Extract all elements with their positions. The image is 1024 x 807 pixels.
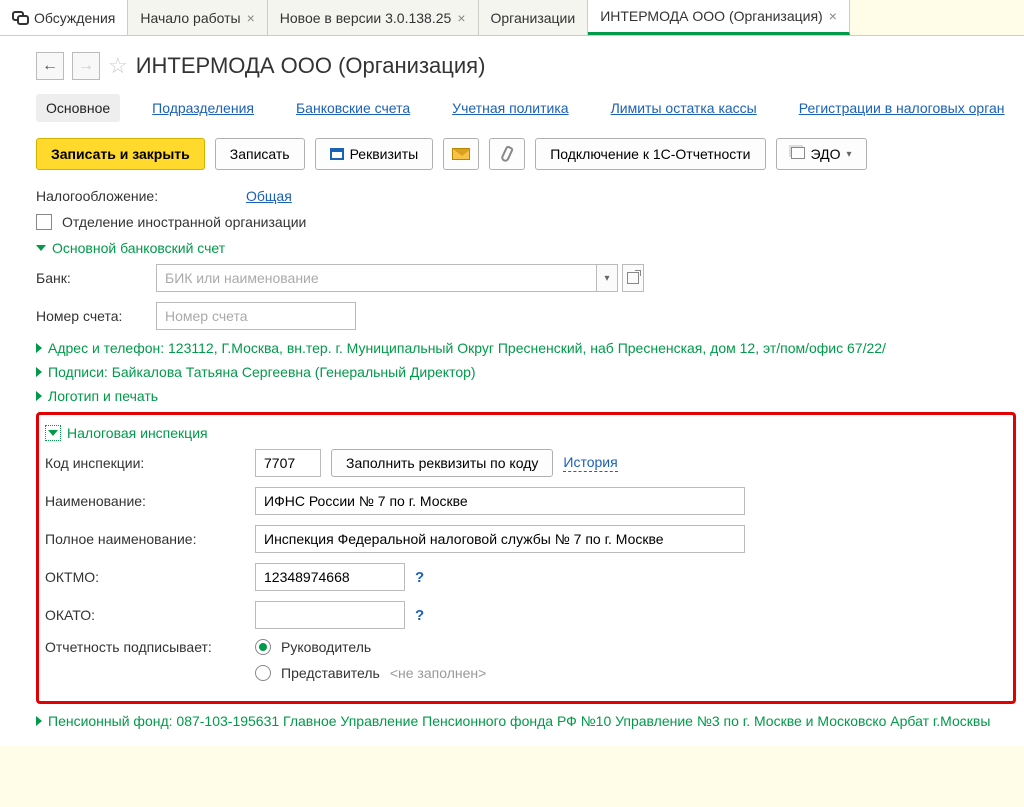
- inspection-name-input[interactable]: [255, 487, 745, 515]
- history-link[interactable]: История: [563, 454, 617, 472]
- okato-label: ОКАТО:: [45, 607, 245, 623]
- taxation-label: Налогообложение:: [36, 188, 236, 204]
- save-button[interactable]: Записать: [215, 138, 305, 170]
- foreign-branch-label: Отделение иностранной организации: [62, 214, 306, 230]
- chevron-right-icon: [36, 716, 42, 726]
- chevron-down-icon: [48, 430, 58, 436]
- chevron-right-icon: [36, 391, 42, 401]
- favorite-star-icon[interactable]: ☆: [108, 53, 128, 79]
- section-title: Адрес и телефон: 123112, Г.Москва, вн.те…: [48, 340, 886, 356]
- connect-1c-button[interactable]: Подключение к 1С-Отчетности: [535, 138, 765, 170]
- tab-organization-intermoda[interactable]: ИНТЕРМОДА ООО (Организация) ×: [588, 0, 850, 35]
- save-and-close-button[interactable]: Записать и закрыть: [36, 138, 205, 170]
- rep-not-filled: <не заполнен>: [390, 665, 486, 681]
- chevron-right-icon: [36, 343, 42, 353]
- tax-inspection-box: Налоговая инспекция Код инспекции: Запол…: [36, 412, 1016, 704]
- close-icon[interactable]: ×: [457, 10, 465, 26]
- requisites-button[interactable]: Реквизиты: [315, 138, 434, 170]
- tab-organizations[interactable]: Организации: [479, 0, 589, 35]
- section-address[interactable]: Адрес и телефон: 123112, Г.Москва, вн.те…: [36, 340, 1016, 356]
- tab-label: Обсуждения: [34, 10, 115, 26]
- sub-nav: Основное Подразделения Банковские счета …: [36, 94, 1016, 122]
- print-icon: [330, 148, 344, 160]
- button-label: ЭДО: [811, 146, 841, 162]
- bank-input[interactable]: [156, 264, 596, 292]
- discussions-icon: [12, 11, 28, 25]
- mail-button[interactable]: [443, 138, 479, 170]
- nav-forward-button[interactable]: →: [72, 52, 100, 80]
- section-title: Подписи: Байкалова Татьяна Сергеевна (Ге…: [48, 364, 476, 380]
- tab-whats-new[interactable]: Новое в версии 3.0.138.25 ×: [268, 0, 479, 35]
- signer-radio-rep[interactable]: [255, 665, 271, 681]
- attach-button[interactable]: [489, 138, 525, 170]
- tab-discussions[interactable]: Обсуждения: [0, 0, 128, 35]
- tab-label: Организации: [491, 10, 576, 26]
- button-label: Реквизиты: [350, 146, 419, 162]
- section-title: Логотип и печать: [48, 388, 158, 404]
- taxation-value-link[interactable]: Общая: [246, 188, 292, 204]
- section-bank-account[interactable]: Основной банковский счет: [36, 240, 1016, 256]
- chevron-down-icon: [36, 245, 46, 251]
- oktmo-input[interactable]: [255, 563, 405, 591]
- navtab-cash-limits[interactable]: Лимиты остатка кассы: [601, 94, 767, 122]
- toolbar: Записать и закрыть Записать Реквизиты По…: [36, 138, 1016, 170]
- fill-requisites-button[interactable]: Заполнить реквизиты по коду: [331, 449, 553, 477]
- okato-help-icon[interactable]: ?: [415, 607, 424, 624]
- section-title: Основной банковский счет: [52, 240, 225, 256]
- tab-label: Новое в версии 3.0.138.25: [280, 10, 452, 26]
- open-external-icon: [627, 272, 639, 284]
- tab-getting-started[interactable]: Начало работы ×: [128, 0, 267, 35]
- inspection-code-input[interactable]: [255, 449, 321, 477]
- navtab-main[interactable]: Основное: [36, 94, 120, 122]
- inspection-fullname-label: Полное наименование:: [45, 531, 245, 547]
- tab-bar: Обсуждения Начало работы × Новое в верси…: [0, 0, 1024, 36]
- tab-label: Начало работы: [140, 10, 240, 26]
- bank-input-group: ▾: [156, 264, 644, 292]
- inspection-fullname-input[interactable]: [255, 525, 745, 553]
- signer-label: Отчетность подписывает:: [45, 639, 245, 655]
- bank-dropdown-button[interactable]: ▾: [596, 264, 618, 292]
- page-title: ИНТЕРМОДА ООО (Организация): [136, 53, 486, 79]
- navtab-divisions[interactable]: Подразделения: [142, 94, 264, 122]
- okato-input[interactable]: [255, 601, 405, 629]
- signer-option-head: Руководитель: [281, 639, 371, 655]
- signer-radio-head[interactable]: [255, 639, 271, 655]
- section-title: Налоговая инспекция: [67, 425, 208, 441]
- section-pension-fund[interactable]: Пенсионный фонд: 087-103-195631 Главное …: [36, 712, 1016, 730]
- chevron-box: [45, 425, 61, 441]
- content: ← → ☆ ИНТЕРМОДА ООО (Организация) Основн…: [0, 36, 1024, 746]
- bank-open-button[interactable]: [622, 264, 644, 292]
- close-icon[interactable]: ×: [829, 8, 837, 24]
- section-title: Пенсионный фонд: 087-103-195631 Главное …: [48, 712, 990, 730]
- foreign-branch-checkbox[interactable]: [36, 214, 52, 230]
- inspection-code-label: Код инспекции:: [45, 455, 245, 471]
- tab-label: ИНТЕРМОДА ООО (Организация): [600, 8, 823, 24]
- navtab-accounting-policy[interactable]: Учетная политика: [442, 94, 578, 122]
- oktmo-label: ОКТМО:: [45, 569, 245, 585]
- section-logo-stamp[interactable]: Логотип и печать: [36, 388, 1016, 404]
- edo-icon: [791, 147, 805, 161]
- paperclip-icon: [500, 145, 514, 163]
- navtab-bank-accounts[interactable]: Банковские счета: [286, 94, 420, 122]
- inspection-name-label: Наименование:: [45, 493, 245, 509]
- edo-button[interactable]: ЭДО ▾: [776, 138, 867, 170]
- chevron-down-icon: ▾: [846, 149, 851, 160]
- account-number-label: Номер счета:: [36, 308, 146, 324]
- nav-back-button[interactable]: ←: [36, 52, 64, 80]
- mail-icon: [452, 148, 470, 160]
- account-number-input[interactable]: [156, 302, 356, 330]
- oktmo-help-icon[interactable]: ?: [415, 569, 424, 586]
- navtab-tax-registrations[interactable]: Регистрации в налоговых орган: [789, 94, 1015, 122]
- close-icon[interactable]: ×: [247, 10, 255, 26]
- bank-label: Банк:: [36, 270, 146, 286]
- chevron-right-icon: [36, 367, 42, 377]
- section-signatures[interactable]: Подписи: Байкалова Татьяна Сергеевна (Ге…: [36, 364, 1016, 380]
- section-tax-inspection[interactable]: Налоговая инспекция: [45, 425, 1003, 441]
- signer-option-rep: Представитель: [281, 665, 380, 681]
